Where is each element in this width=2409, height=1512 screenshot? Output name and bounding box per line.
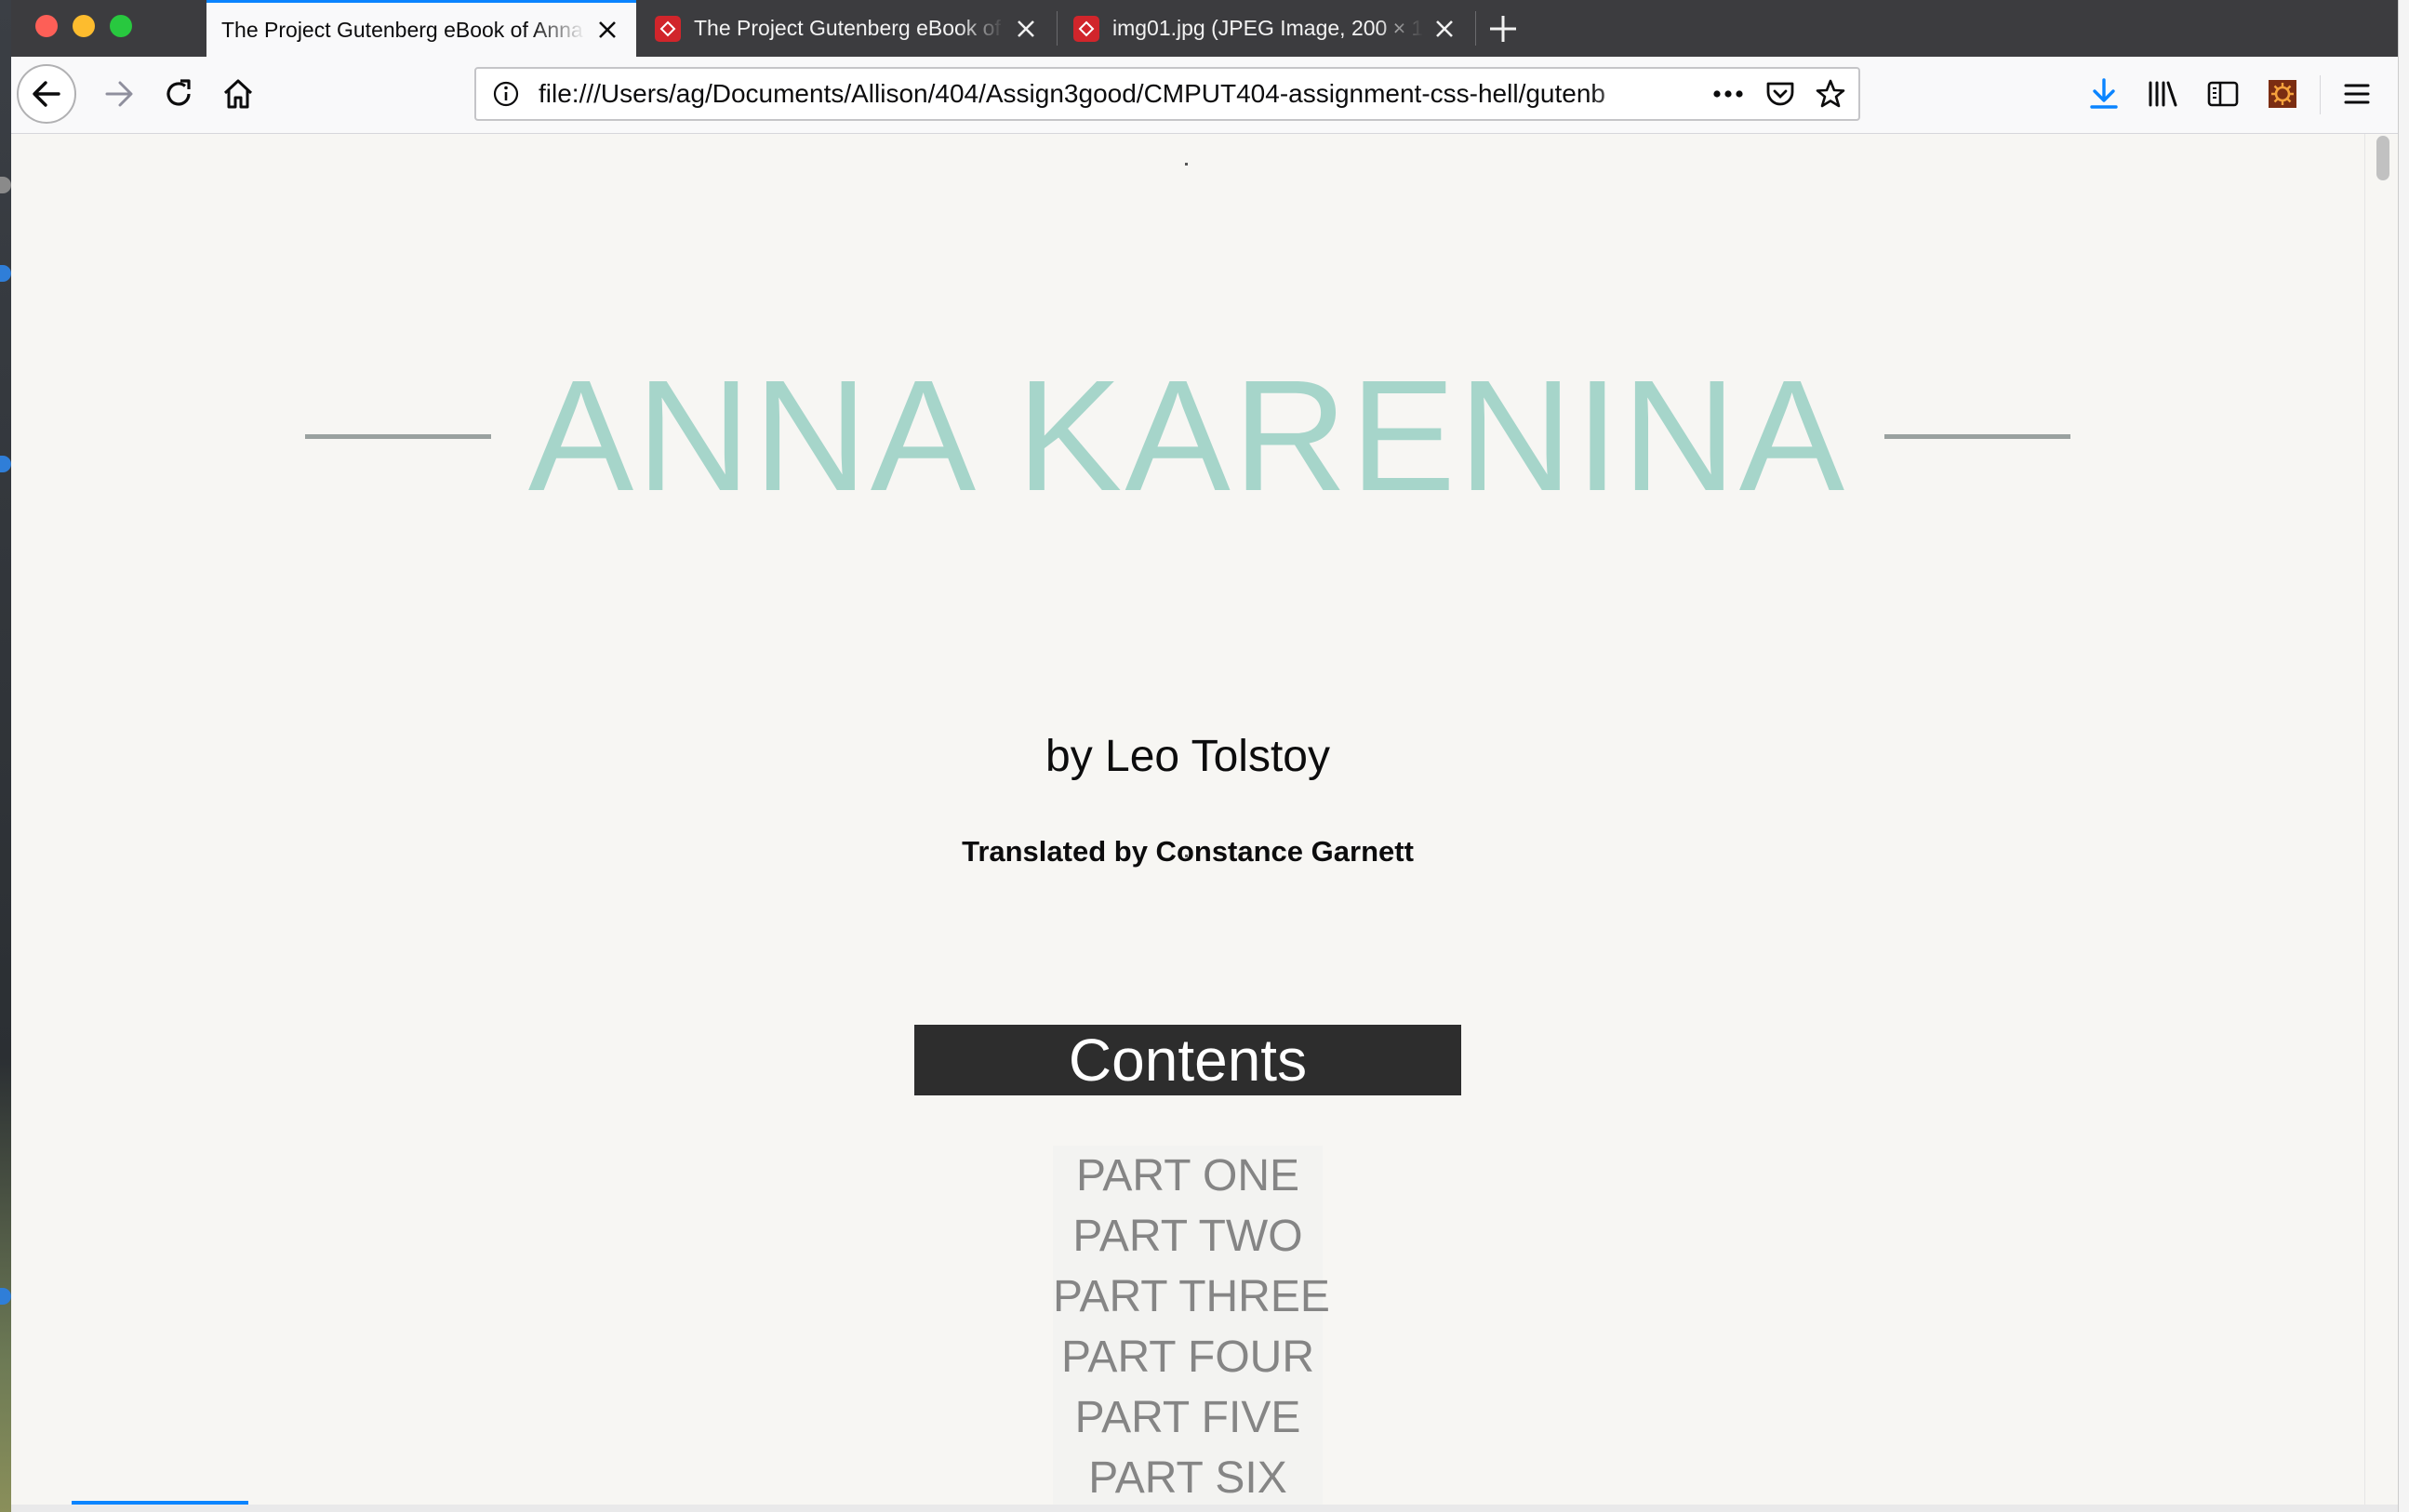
tab-3[interactable]: img01.jpg (JPEG Image, 200 × 1 (1058, 0, 1473, 57)
desktop-background (0, 0, 11, 1512)
desktop-icon (0, 456, 11, 472)
tab-close-icon[interactable] (593, 16, 621, 44)
tab-separator (1057, 11, 1058, 46)
tab-close-icon[interactable] (1012, 15, 1040, 43)
navigation-toolbar: file:///Users/ag/Documents/Allison/404/A… (11, 57, 2398, 134)
page-actions-icon[interactable] (1711, 77, 1745, 111)
toc-link-part-four[interactable]: PART FOUR (1053, 1327, 1323, 1387)
translator: Translated by Constance Garnett (962, 835, 1414, 868)
background-window-edge (2398, 0, 2409, 1512)
info-icon[interactable] (489, 77, 523, 111)
title-rule-right (1884, 433, 2071, 439)
pocket-icon[interactable] (1763, 77, 1797, 111)
desktop-icon (0, 265, 11, 282)
tab-title: The Project Gutenberg eBook of Anna Kare… (221, 17, 586, 42)
extension-button[interactable] (2255, 66, 2310, 122)
extension-icon (2269, 80, 2296, 108)
window-minimize-button[interactable] (73, 15, 95, 37)
gutenberg-favicon-icon (655, 15, 681, 42)
library-button[interactable] (2136, 66, 2191, 122)
tab-2[interactable]: The Project Gutenberg eBook of Anna Kare… (640, 0, 1055, 57)
toc-link-part-two[interactable]: PART TWO (1053, 1206, 1323, 1267)
browser-window: The Project Gutenberg eBook of Anna Kare… (11, 0, 2398, 1512)
menu-button[interactable] (2329, 66, 2385, 122)
new-tab-button[interactable] (1473, 0, 1533, 57)
decorative-dot (1185, 855, 1188, 857)
window-close-button[interactable] (35, 15, 58, 37)
toc-link-part-six[interactable]: PART SIX (1053, 1448, 1323, 1505)
title-rule-left (304, 433, 491, 439)
tab-title: img01.jpg (JPEG Image, 200 × 1 (1112, 16, 1423, 40)
back-button[interactable] (17, 64, 76, 124)
scrollbar-thumb[interactable] (2376, 136, 2389, 180)
tab-active[interactable]: The Project Gutenberg eBook of Anna Kare… (206, 0, 636, 57)
sidebar-button[interactable] (2195, 66, 2251, 122)
back-arrow-icon (33, 81, 60, 107)
reload-icon (166, 79, 191, 106)
toolbar-separator (2320, 75, 2321, 114)
tab-close-icon[interactable] (1431, 15, 1458, 43)
loading-progress-bar (72, 1501, 248, 1505)
desktop-icon (0, 177, 11, 193)
forward-arrow-icon (105, 81, 133, 107)
sidebar-icon (2207, 81, 2239, 107)
book-title: ANNA KARENINA (527, 348, 1848, 524)
menu-icon (2344, 84, 2370, 104)
url-bar[interactable]: file:///Users/ag/Documents/Allison/404/A… (474, 67, 1860, 121)
decorative-dot (1185, 163, 1188, 166)
table-of-contents: PART ONE PART TWO PART THREE PART FOUR P… (1053, 1146, 1330, 1505)
page-content: ANNA KARENINA by Leo Tolstoy Translated … (11, 134, 2364, 1505)
author: by Leo Tolstoy (1045, 732, 1330, 781)
reload-button[interactable] (151, 66, 206, 122)
window-bottom-edge (11, 1505, 2398, 1512)
toc-link-part-one[interactable]: PART ONE (1053, 1146, 1323, 1206)
toc-link-part-five[interactable]: PART FIVE (1053, 1387, 1323, 1448)
downloads-button[interactable] (2076, 66, 2132, 122)
downloads-icon (2090, 78, 2118, 109)
window-maximize-button[interactable] (110, 15, 132, 37)
gutenberg-favicon-icon (1073, 15, 1099, 42)
library-icon (2149, 81, 2177, 107)
url-text[interactable]: file:///Users/ag/Documents/Allison/404/A… (539, 69, 1645, 119)
scrollbar[interactable] (2364, 134, 2398, 1505)
plus-icon (1490, 15, 1516, 42)
tab-strip: The Project Gutenberg eBook of Anna Kare… (11, 0, 2398, 57)
title-row: ANNA KARENINA (11, 325, 2364, 548)
home-button[interactable] (210, 66, 266, 122)
forward-button[interactable] (91, 66, 147, 122)
bookmark-star-icon[interactable] (1814, 77, 1847, 111)
desktop-icon (0, 1288, 11, 1305)
tab-title: The Project Gutenberg eBook of Anna Kare… (694, 16, 1005, 40)
contents-heading: Contents (914, 1025, 1461, 1095)
home-icon (223, 79, 253, 109)
toc-link-part-three[interactable]: PART THREE (1053, 1267, 1330, 1327)
